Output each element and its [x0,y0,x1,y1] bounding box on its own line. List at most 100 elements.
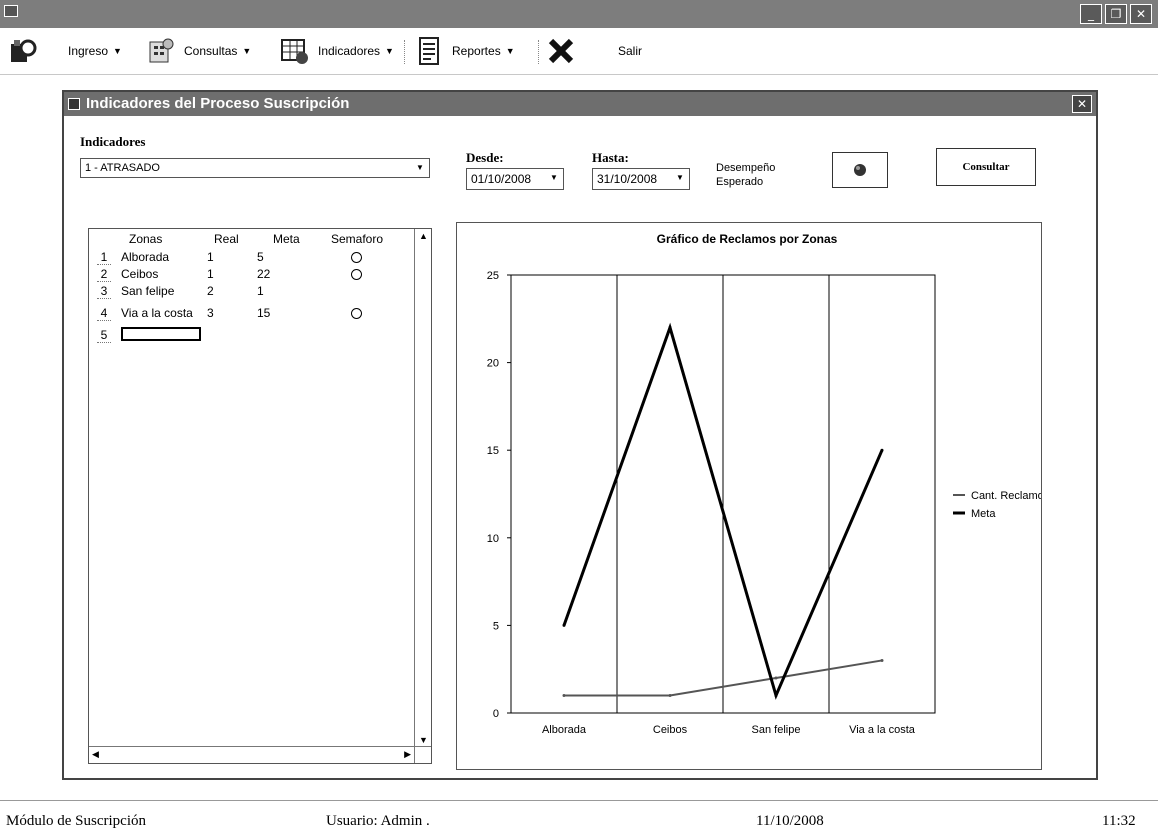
menu-salir[interactable]: Salir [546,36,642,66]
desde-date-value: 01/10/2008 [471,172,532,186]
x-category-label: San felipe [752,724,801,736]
semaforo-face-icon [351,252,362,263]
cell-meta[interactable]: 22 [257,267,270,281]
hasta-date-value: 31/10/2008 [597,172,658,186]
reclamos-line-chart: Gráfico de Reclamos por Zonas 0 5 10 15 20 25… [487,232,1050,736]
desempeno-label-line2: Esperado [716,176,764,188]
maximize-button[interactable]: ❐ [1105,4,1127,24]
status-module: Módulo de Suscripción [6,813,146,829]
table-row[interactable]: 4 Via a la costa 3 15 [89,305,409,321]
chevron-down-icon: ▼ [550,173,558,182]
cell-meta[interactable]: 1 [257,284,264,298]
chevron-down-icon: ▼ [242,46,252,56]
cell-zona[interactable]: Ceibos [121,267,158,281]
chevron-down-icon: ▼ [416,163,424,172]
menu-reportes[interactable]: Reportes ▼ [414,36,515,66]
menu-reportes-label: Reportes [452,44,501,58]
y-tick-label: 5 [493,620,499,632]
status-bar: Módulo de Suscripción Usuario: Admin . 1… [0,800,1158,839]
desempeno-label-line1: Desempeño [716,162,776,174]
window-close-button[interactable]: ✕ [1072,95,1092,113]
row-number: 2 [97,267,111,282]
y-tick-label: 10 [487,533,499,545]
minimize-button[interactable]: _ [1080,4,1102,24]
cell-zona[interactable]: Alborada [121,250,169,264]
column-header-real[interactable]: Real [214,232,239,246]
cell-zona[interactable]: Via a la costa [121,306,193,320]
cell-meta[interactable]: 15 [257,306,270,320]
y-tick-label: 20 [487,358,499,370]
status-time: 11:32 [1102,813,1136,829]
consultar-button[interactable]: Consultar [936,148,1036,186]
menu-bar: Ingreso ▼ Consultas ▼ Indicadores ▼ Reporte… [0,28,1158,75]
cell-real[interactable]: 3 [207,306,214,320]
consultar-button-label: Consultar [962,161,1010,173]
grid-horizontal-scrollbar[interactable]: ◀ ▶ [89,746,431,763]
x-category-label: Ceibos [653,724,688,736]
chevron-down-icon: ▼ [676,173,684,182]
scroll-right-icon[interactable]: ▶ [404,749,411,760]
indicador-select[interactable]: 1 - ATRASADO ▼ [80,158,430,178]
row-number: 1 [97,250,111,265]
chart-title: Gráfico de Reclamos por Zonas [657,232,838,246]
zonas-data-grid[interactable]: Zonas Real Meta Semaforo 1 Alborada 1 5 … [88,228,432,764]
scroll-left-icon[interactable]: ◀ [92,749,99,760]
grid-vertical-scrollbar[interactable]: ▲ ▼ [414,229,431,763]
data-point [668,326,672,330]
cell-real[interactable]: 1 [207,267,214,281]
x-category-label: Alborada [542,724,587,736]
status-user: Usuario: Admin . [326,813,430,829]
chart-panel: Gráfico de Reclamos por Zonas 0 5 10 15 20 25… [456,222,1050,770]
legend-label: Cant. Reclamos [971,490,1041,502]
app-logo-icon [11,39,37,62]
data-point [562,623,566,627]
cell-meta[interactable]: 5 [257,250,264,264]
consultas-icon [149,38,174,63]
menu-indicadores-label: Indicadores [318,44,381,58]
menu-ingreso[interactable]: Ingreso ▼ [68,36,122,66]
app-system-icon[interactable] [4,5,18,17]
chevron-down-icon: ▼ [113,46,122,56]
scroll-up-icon[interactable]: ▲ [419,231,428,241]
row-number: 3 [97,284,111,299]
grid-header-row: Zonas Real Meta Semaforo [89,231,409,247]
cell-real[interactable]: 1 [207,250,214,264]
reportes-icon [419,37,439,65]
table-row[interactable]: 2 Ceibos 1 22 [89,266,409,282]
table-row[interactable]: 1 Alborada 1 5 [89,249,409,265]
menu-consultas[interactable]: Consultas ▼ [146,36,251,66]
menu-indicadores[interactable]: Indicadores ▼ [280,36,394,66]
scroll-down-icon[interactable]: ▼ [419,735,428,745]
desempeno-indicator-icon [854,164,866,176]
indicadores-label: Indicadores [80,134,146,149]
semaforo-face-icon [351,269,362,280]
column-header-zonas[interactable]: Zonas [129,232,162,246]
close-button[interactable]: ✕ [1130,4,1152,24]
desde-date-picker[interactable]: 01/10/2008 ▼ [466,168,564,190]
app-logo [8,36,46,66]
menu-separator [538,40,540,64]
y-tick-label: 25 [487,270,499,282]
chevron-down-icon: ▼ [505,46,515,56]
column-header-meta[interactable]: Meta [273,232,300,246]
data-point [880,448,884,452]
data-point [774,676,778,680]
hasta-date-picker[interactable]: 31/10/2008 ▼ [592,168,690,190]
legend-label: Meta [971,508,996,520]
column-header-semaforo[interactable]: Semaforo [331,232,383,246]
window-icon [68,98,80,110]
active-cell-editor[interactable] [121,327,201,341]
cell-zona[interactable]: San felipe [121,284,174,298]
table-row[interactable]: 5 [89,327,409,343]
table-row[interactable]: 3 San felipe 2 1 [89,283,409,299]
x-category-label: Via a la costa [849,724,916,736]
close-x-icon [548,38,574,64]
y-tick-label: 0 [493,708,499,720]
data-point [880,658,884,662]
status-date: 11/10/2008 [756,813,824,829]
desempeno-button[interactable] [832,152,888,188]
semaforo-face-icon [351,308,362,319]
menu-consultas-label: Consultas [184,44,238,58]
cell-real[interactable]: 2 [207,284,214,298]
window-title: Indicadores del Proceso Suscripción [86,95,350,112]
